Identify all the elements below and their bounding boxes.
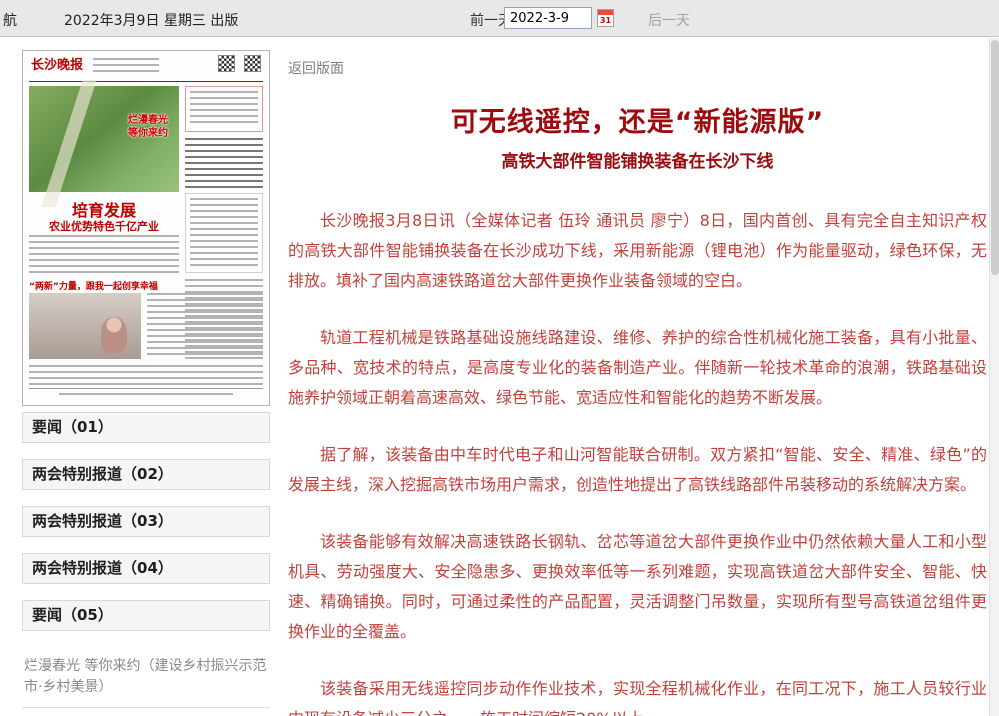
next-day-button[interactable]: 后一天 [648, 10, 690, 30]
sidebar-section-yaowen-05[interactable]: 要闻（05） [22, 600, 270, 631]
thumb-aerial-photo: 烂漫春光 等你来约 [29, 86, 179, 192]
qr-code-icon [218, 55, 235, 72]
sidebar-section-lianghui-03[interactable]: 两会特别报道（03） [22, 506, 270, 537]
thumb-text-placeholder [147, 293, 263, 359]
sidebar-article-list: 烂漫春光 等你来约（建设乡村振兴示范市·乡村美景） 培育发展农业优势特色千亿产业 [22, 647, 270, 716]
sidebar-section-lianghui-02[interactable]: 两会特别报道（02） [22, 459, 270, 490]
thumb-caption: “两新”力量，跟我一起创享幸福 [29, 279, 181, 292]
thumb-bottom-strip [29, 388, 263, 401]
back-to-page-link[interactable]: 返回版面 [288, 58, 344, 78]
calendar-icon-day: 31 [598, 15, 613, 26]
qr-code-icon [244, 55, 261, 72]
article-paragraph: 该装备采用无线遥控同步动作作业技术，实现全程机械化作业，在同工况下，施工人员较行… [288, 674, 987, 716]
article-view: 返回版面 可无线遥控，还是“新能源版” 高铁大部件智能铺换装备在长沙下线 长沙晚… [288, 58, 987, 716]
thumb-masthead-rule [29, 81, 263, 82]
article-body: 长沙晚报3月8日讯（全媒体记者 伍玲 通讯员 廖宁）8日，国内首创、具有完全自主… [288, 206, 987, 716]
thumb-text-placeholder [29, 365, 263, 387]
thumb-text-placeholder [59, 393, 233, 399]
article-title: 可无线遥控，还是“新能源版” [288, 100, 987, 139]
thumb-main-headline-2: 农业优势特色千亿产业 [29, 218, 179, 234]
date-input[interactable] [504, 7, 592, 29]
scrollbar-thumb[interactable] [991, 40, 999, 275]
article-paragraph: 该装备能够有效解决高速铁路长钢轨、岔芯等道岔大部件更换作业中仍然依赖大量人工和小… [288, 527, 987, 647]
sidebar-article-item[interactable]: 培育发展农业优势特色千亿产业 [22, 708, 270, 716]
thumb-text-placeholder [29, 235, 179, 273]
article-subtitle: 高铁大部件智能铺换装备在长沙下线 [288, 147, 987, 172]
thumb-article-box [185, 86, 263, 132]
thumb-text-placeholder [185, 138, 263, 188]
publish-date-label: 2022年3月9日 星期三 出版 [64, 10, 238, 30]
thumb-article-box [185, 193, 263, 273]
article-paragraph: 轨道工程机械是铁路基础设施线路建设、维修、养护的综合性机械化施工装备，具有小批量… [288, 323, 987, 413]
front-page-thumbnail[interactable]: 长沙晚报 烂漫春光 等你来约 培育发展 农业优势特色千亿产业 “两新”力量，跟我… [22, 50, 270, 406]
thumb-masthead-text-placeholder [93, 58, 159, 76]
article-paragraph: 据了解，该装备由中车时代电子和山河智能联合研制。双方紧扣“智能、安全、精准、绿色… [288, 440, 987, 500]
thumb-person-photo [29, 293, 141, 359]
calendar-icon[interactable]: 31 [597, 9, 614, 27]
nav-link-partial[interactable]: 航 [3, 10, 17, 30]
sidebar: 长沙晚报 烂漫春光 等你来约 培育发展 农业优势特色千亿产业 “两新”力量，跟我… [22, 50, 270, 716]
topbar: 航 2022年3月9日 星期三 出版 前一天 31 后一天 [0, 0, 999, 37]
sidebar-article-item[interactable]: 烂漫春光 等你来约（建设乡村振兴示范市·乡村美景） [22, 647, 270, 708]
sidebar-section-lianghui-04[interactable]: 两会特别报道（04） [22, 553, 270, 584]
thumb-text-placeholder [190, 91, 258, 127]
thumb-photo-headline: 烂漫春光 等你来约 [128, 114, 176, 140]
article-paragraph: 长沙晚报3月8日讯（全媒体记者 伍玲 通讯员 廖宁）8日，国内首创、具有完全自主… [288, 206, 987, 296]
scrollbar-track[interactable] [989, 38, 999, 716]
sidebar-section-list: 要闻（01） 两会特别报道（02） 两会特别报道（03） 两会特别报道（04） … [22, 412, 270, 631]
thumb-masthead-logo: 长沙晚报 [31, 56, 87, 76]
sidebar-section-yaowen-01[interactable]: 要闻（01） [22, 412, 270, 443]
thumb-text-placeholder [190, 198, 258, 268]
